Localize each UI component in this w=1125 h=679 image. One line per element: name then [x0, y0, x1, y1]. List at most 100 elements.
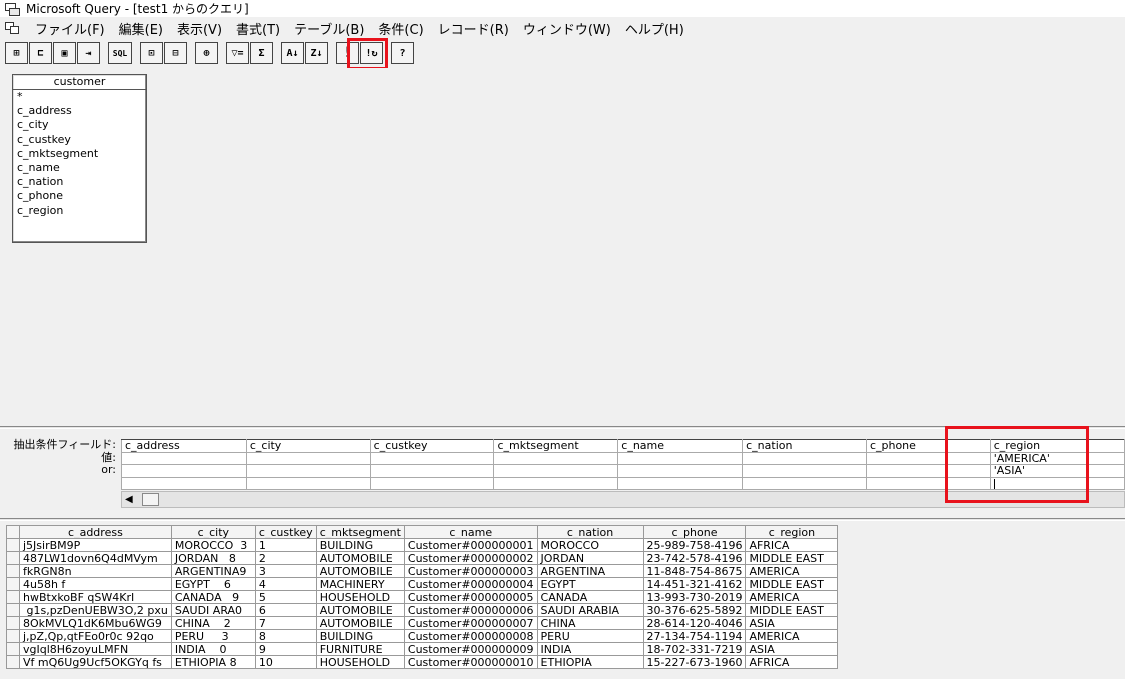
table-cell[interactable]: EGYPT: [536, 577, 644, 591]
table-cell[interactable]: 7: [254, 616, 317, 630]
table-cell[interactable]: Customer#000000003: [403, 564, 538, 578]
table-cell[interactable]: JORDAN: [536, 551, 644, 565]
criteria-field-cell[interactable]: c_address: [121, 439, 247, 453]
table-cell[interactable]: AFRICA: [745, 538, 839, 552]
child-window-icon[interactable]: [4, 21, 22, 35]
table-cell[interactable]: HOUSEHOLD: [315, 655, 405, 669]
table-cell[interactable]: 2: [254, 551, 317, 565]
criteria-value-cell[interactable]: [369, 451, 495, 465]
table-cell[interactable]: CHINA 2: [170, 616, 256, 630]
table-cell[interactable]: 11-848-754-8675: [642, 564, 747, 578]
help-icon[interactable]: ?: [391, 42, 414, 64]
table-cell[interactable]: vgIql8H6zoyuLMFN: [19, 642, 172, 656]
criteria-or-cell[interactable]: [493, 464, 619, 478]
menu-format[interactable]: 書式(T): [229, 19, 287, 38]
table-cell[interactable]: PERU 3: [170, 629, 256, 643]
criteria-value-cell[interactable]: [493, 451, 619, 465]
table-row[interactable]: vgIql8H6zoyuLMFN INDIA 0 9 FURNITURE Custome…: [6, 642, 839, 656]
table-cell[interactable]: SAUDI ARABIA: [536, 603, 644, 617]
menu-help[interactable]: ヘルプ(H): [618, 19, 691, 38]
column-header[interactable]: c_mktsegment: [315, 525, 405, 539]
menu-window[interactable]: ウィンドウ(W): [516, 19, 618, 38]
table-row[interactable]: Vf mQ6Ug9Ucf5OKGYq fs ETHIOPIA 8 10 HOUSEHO…: [6, 655, 839, 669]
table-cell[interactable]: 15-227-673-1960: [642, 655, 747, 669]
table-cell[interactable]: MIDDLE EAST: [745, 577, 839, 591]
table-cell[interactable]: ETHIOPIA: [536, 655, 644, 669]
table-cell[interactable]: CHINA: [536, 616, 644, 630]
criteria-field-cell[interactable]: c_city: [245, 439, 371, 453]
column-header[interactable]: c_custkey: [254, 525, 317, 539]
table-cell[interactable]: HOUSEHOLD: [315, 590, 405, 604]
table-cell[interactable]: hwBtxkoBF qSW4KrI: [19, 590, 172, 604]
table-row[interactable]: 8OkMVLQ1dK6Mbu6WG9 CHINA 2 7 AUTOMOBILE Cust…: [6, 616, 839, 630]
row-header[interactable]: [6, 538, 20, 552]
column-header[interactable]: c_name: [403, 525, 538, 539]
table-row[interactable]: 487LW1dovn6Q4dMVym JORDAN 8 2 AUTOMOBILE Cus…: [6, 551, 839, 565]
row-header[interactable]: [6, 603, 20, 617]
add-tables-icon[interactable]: ⊕: [195, 42, 218, 64]
column-header[interactable]: c_nation: [536, 525, 644, 539]
table-cell[interactable]: 10: [254, 655, 317, 669]
table-cell[interactable]: EGYPT 6: [170, 577, 256, 591]
criteria-field-cell[interactable]: c_name: [617, 439, 744, 453]
table-cell[interactable]: 8OkMVLQ1dK6Mbu6WG9: [19, 616, 172, 630]
table-row[interactable]: 4u58h f EGYPT 6 4 MACHINERY Customer#0000000…: [6, 577, 839, 591]
table-cell[interactable]: JORDAN 8: [170, 551, 256, 565]
table-cell[interactable]: j5JsirBM9P: [19, 538, 172, 552]
table-cell[interactable]: 18-702-331-7219: [642, 642, 747, 656]
table-cell[interactable]: Customer#000000006: [403, 603, 538, 617]
table-cell[interactable]: Customer#000000005: [403, 590, 538, 604]
criteria-field-cell[interactable]: c_mktsegment: [493, 439, 619, 453]
table-cell[interactable]: 4: [254, 577, 317, 591]
table-row[interactable]: fkRGN8n ARGENTINA9 3 AUTOMOBILE Customer#000…: [6, 564, 839, 578]
scroll-left-icon[interactable]: ◀: [125, 494, 133, 505]
criteria-field-cell[interactable]: c_custkey: [369, 439, 495, 453]
field-item[interactable]: c_nation: [13, 175, 146, 189]
table-cell[interactable]: MOROCCO 3: [170, 538, 256, 552]
table-cell[interactable]: 30-376-625-5892: [642, 603, 747, 617]
table-cell[interactable]: AFRICA: [745, 655, 839, 669]
table-cell[interactable]: 1: [254, 538, 317, 552]
sort-ascending-icon[interactable]: A↓: [281, 42, 304, 64]
sql-view-button[interactable]: SQL: [108, 42, 132, 64]
table-cell[interactable]: AMERICA: [745, 629, 839, 643]
criteria-or-cell[interactable]: [617, 464, 744, 478]
table-cell[interactable]: AUTOMOBILE: [315, 551, 405, 565]
table-row[interactable]: j5JsirBM9P MOROCCO 3 1 BUILDING Customer#000…: [6, 538, 839, 552]
criteria-empty-cell[interactable]: [121, 476, 247, 490]
criteria-equals-icon[interactable]: ▽=: [226, 42, 249, 64]
column-header[interactable]: c_city: [170, 525, 256, 539]
row-header[interactable]: [6, 642, 20, 656]
criteria-or-cell[interactable]: [245, 464, 371, 478]
column-header[interactable]: c_phone: [642, 525, 747, 539]
table-cell[interactable]: AUTOMOBILE: [315, 564, 405, 578]
criteria-empty-cell[interactable]: [617, 476, 744, 490]
row-header[interactable]: [6, 629, 20, 643]
table-cell[interactable]: g1s,pzDenUEBW3O,2 pxu: [19, 603, 172, 617]
field-item[interactable]: c_custkey: [13, 133, 146, 147]
sort-descending-icon[interactable]: Z↓: [305, 42, 328, 64]
criteria-field-cell[interactable]: c_nation: [742, 439, 867, 453]
criteria-value-cell[interactable]: [121, 451, 247, 465]
row-header[interactable]: [6, 655, 20, 669]
table-cell[interactable]: 6: [254, 603, 317, 617]
show-criteria-icon[interactable]: ⊟: [164, 42, 187, 64]
table-cell[interactable]: BUILDING: [315, 538, 405, 552]
menu-criteria[interactable]: 条件(C): [371, 19, 430, 38]
table-cell[interactable]: SAUDI ARA0: [170, 603, 256, 617]
field-item[interactable]: c_phone: [13, 189, 146, 203]
field-item[interactable]: c_address: [13, 104, 146, 118]
menu-view[interactable]: 表示(V): [170, 19, 229, 38]
table-cell[interactable]: MACHINERY: [315, 577, 405, 591]
table-cell[interactable]: 9: [254, 642, 317, 656]
table-cell[interactable]: 27-134-754-1194: [642, 629, 747, 643]
table-cell[interactable]: CANADA: [536, 590, 644, 604]
table-cell[interactable]: PERU: [536, 629, 644, 643]
table-cell[interactable]: 23-742-578-4196: [642, 551, 747, 565]
table-cell[interactable]: 3: [254, 564, 317, 578]
table-cell[interactable]: AUTOMOBILE: [315, 603, 405, 617]
table-cell[interactable]: MIDDLE EAST: [745, 551, 839, 565]
row-header[interactable]: [6, 590, 20, 604]
table-cell[interactable]: 8: [254, 629, 317, 643]
table-cell[interactable]: INDIA 0: [170, 642, 256, 656]
